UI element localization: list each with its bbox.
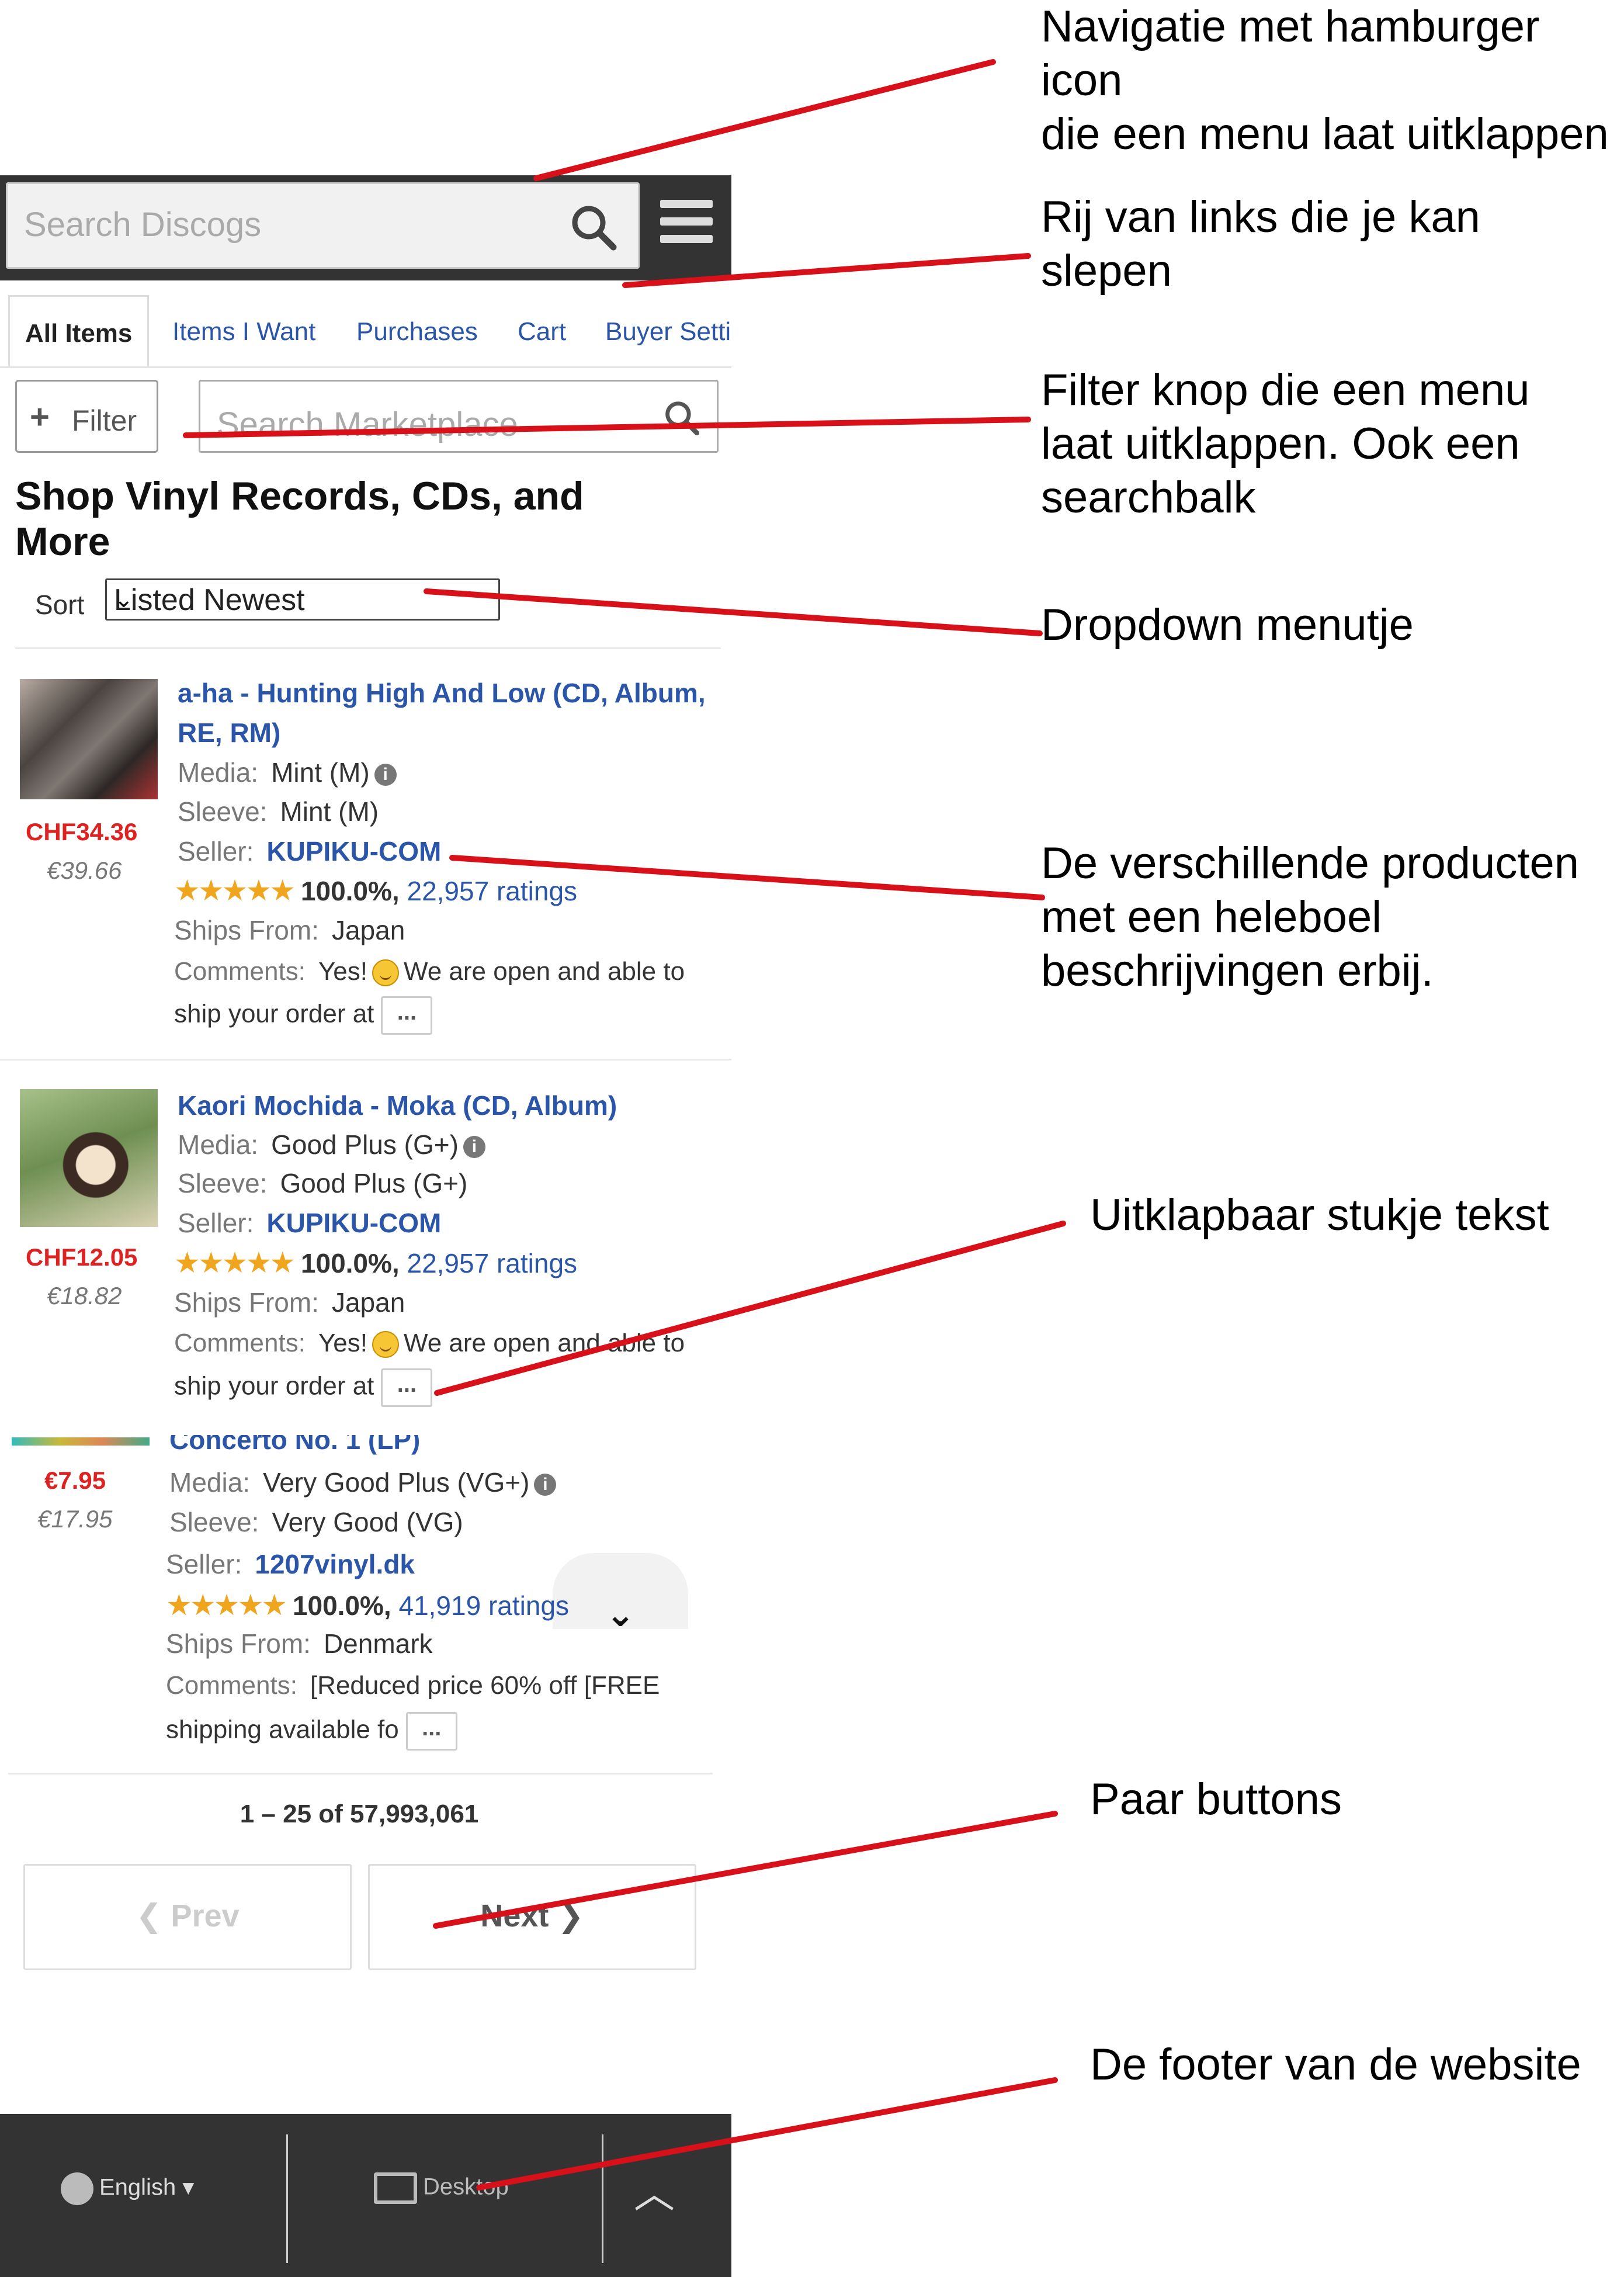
back-to-top-icon[interactable]: ︿ <box>634 2161 675 2220</box>
star-rating-icon: ★★★★★ <box>174 1246 296 1279</box>
tab-all-items[interactable]: All Items <box>8 295 150 366</box>
search-icon[interactable] <box>663 399 700 436</box>
album-cover-image[interactable] <box>20 679 158 799</box>
listing-title-link[interactable]: Kaori Mochida - Moka (CD, Album) <box>178 1086 727 1125</box>
pointer-line <box>424 588 1043 636</box>
language-selector[interactable]: English ▾ <box>61 2172 194 2205</box>
annotation-filter: Filter knop die een menu laat uitklappen.… <box>1041 365 1530 522</box>
prev-button[interactable]: ❮ Prev <box>23 1864 352 1970</box>
expand-comment-button[interactable]: ... <box>381 1368 433 1407</box>
star-rating-icon: ★★★★★ <box>166 1589 287 1621</box>
media-row: Media: Good Plus (G+) i <box>178 1129 485 1160</box>
price: €7.95 <box>44 1467 106 1494</box>
ships-from-row: Ships From: Japan <box>174 1287 405 1318</box>
chevron-down-icon: ⌄ <box>114 587 134 612</box>
annotation-navigation: Navigatie met hamburger icon die een menu… <box>1041 2 1609 159</box>
sort-label: Sort <box>35 590 85 620</box>
tab-purchases[interactable]: Purchases <box>356 295 478 366</box>
album-cover-image[interactable] <box>20 1089 158 1227</box>
tab-buyer-settings[interactable]: Buyer Setti <box>605 295 731 366</box>
title-clip: Concerto No. 1 (LP) <box>169 1435 695 1458</box>
annotation-buttons: Paar buttons <box>1090 1775 1342 1824</box>
price-converted: €39.66 <box>47 857 122 884</box>
sleeve-row: Sleeve: Mint (M) <box>178 796 379 827</box>
listing-title-link[interactable]: Concerto No. 1 (LP) <box>169 1435 695 1458</box>
seller-row: Seller: KUPIKU-COM <box>178 1208 442 1238</box>
filter-button[interactable]: + Filter <box>15 380 158 453</box>
site-search-input[interactable]: Search Discogs <box>6 182 640 269</box>
annotated-screenshot: Search Discogs All Items Items I Want Pu… <box>0 0 1624 2277</box>
annotation-tabs: Rij van links die je kan slepen <box>1041 192 1480 296</box>
ships-from-row: Ships From: Denmark <box>166 1628 433 1659</box>
media-row: Media: Very Good Plus (VG+) i <box>169 1467 557 1498</box>
comments-row-cont: shipping available fo... <box>166 1712 457 1751</box>
seller-link[interactable]: KUPIKU-COM <box>266 1208 441 1238</box>
desktop-view-link[interactable]: Desktop <box>374 2172 509 2204</box>
smiley-icon <box>372 1331 399 1358</box>
site-footer: English ▾ Desktop ︿ <box>0 2114 731 2277</box>
sort-dropdown[interactable]: Listed Newest ⌄ <box>105 578 500 621</box>
comments-row-cont: ship your order at... <box>174 996 433 1035</box>
rating-row: ★★★★★ 100.0%, 22,957 ratings <box>174 1246 578 1279</box>
globe-icon <box>61 2172 93 2205</box>
divider <box>15 647 721 649</box>
hamburger-icon[interactable] <box>660 200 713 247</box>
comments-row-cont: ship your order at... <box>174 1368 433 1407</box>
expand-comment-button[interactable]: ... <box>381 996 433 1035</box>
info-icon[interactable]: i <box>463 1135 485 1158</box>
media-row: Media: Mint (M) i <box>178 757 397 788</box>
price: CHF12.05 <box>26 1243 138 1271</box>
search-icon[interactable] <box>569 203 618 252</box>
tab-cart[interactable]: Cart <box>518 295 566 366</box>
expand-comment-button[interactable]: ... <box>405 1712 457 1751</box>
pointer-line <box>533 59 996 181</box>
seller-row: Seller: 1207vinyl.dk <box>166 1549 415 1579</box>
ratings-link[interactable]: 22,957 ratings <box>407 1248 577 1278</box>
page-title: Shop Vinyl Records, CDs, and More <box>15 474 584 564</box>
rating-row: ★★★★★ 100.0%, 41,919 ratings <box>166 1589 570 1621</box>
annotation-products: De verschillende producten met een helebo… <box>1041 838 1579 996</box>
sleeve-row: Sleeve: Very Good (VG) <box>169 1507 463 1537</box>
listing-title-link[interactable]: a-ha - Hunting High And Low (CD, Album, … <box>178 673 727 753</box>
star-rating-icon: ★★★★★ <box>174 874 296 907</box>
filter-label: Filter <box>72 404 137 437</box>
monitor-icon <box>374 2172 417 2204</box>
marketplace-search-placeholder: Search Marketplace <box>217 406 518 443</box>
divider <box>8 1773 713 1775</box>
tab-items-i-want[interactable]: Items I Want <box>172 295 315 366</box>
smiley-icon <box>372 959 399 987</box>
tab-bar: All Items Items I Want Purchases Cart Bu… <box>0 295 731 368</box>
price-converted: €17.95 <box>37 1505 113 1533</box>
info-icon[interactable]: i <box>374 763 397 786</box>
chevron-down-icon: ⌄ <box>605 1595 636 1634</box>
comments-row: Comments: [Reduced price 60% off [FREE <box>166 1671 660 1700</box>
price: CHF34.36 <box>26 818 138 845</box>
seller-link[interactable]: KUPIKU-COM <box>266 836 441 867</box>
scroll-fab-button[interactable]: ⌄ <box>553 1553 688 1634</box>
info-icon[interactable]: i <box>534 1473 557 1496</box>
seller-row: Seller: KUPIKU-COM <box>178 836 442 867</box>
divider <box>602 2134 603 2263</box>
ships-from-row: Ships From: Japan <box>174 915 405 945</box>
album-cover-image[interactable] <box>12 1437 150 1446</box>
divider <box>286 2134 288 2263</box>
annotation-footer: De footer van de website <box>1090 2040 1581 2089</box>
next-button[interactable]: Next ❯ <box>368 1864 696 1970</box>
rating-row: ★★★★★ 100.0%, 22,957 ratings <box>174 874 578 907</box>
ratings-link[interactable]: 41,919 ratings <box>398 1590 569 1621</box>
result-count: 1 – 25 of 57,993,061 <box>240 1800 479 1828</box>
comments-row: Comments: Yes! We are open and able to <box>174 957 685 987</box>
price-converted: €18.82 <box>47 1282 122 1309</box>
site-search-placeholder: Search Discogs <box>24 206 262 244</box>
ratings-link[interactable]: 22,957 ratings <box>407 876 577 906</box>
marketplace-search-input[interactable]: Search Marketplace <box>199 380 719 453</box>
seller-link[interactable]: 1207vinyl.dk <box>255 1549 415 1579</box>
comments-row: Comments: Yes! We are open and able to <box>174 1329 685 1358</box>
plus-icon: + <box>30 398 50 436</box>
annotation-dropdown: Dropdown menutje <box>1041 600 1414 650</box>
sleeve-row: Sleeve: Good Plus (G+) <box>178 1168 468 1198</box>
top-header: Search Discogs <box>0 175 731 280</box>
annotation-expandable: Uitklapbaar stukje tekst <box>1090 1190 1549 1240</box>
divider <box>0 1059 731 1060</box>
